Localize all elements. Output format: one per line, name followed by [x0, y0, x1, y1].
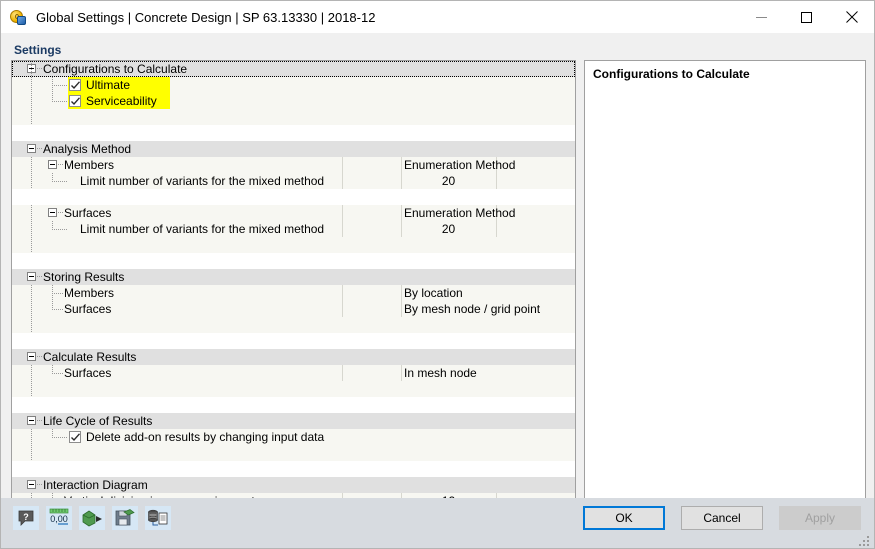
tree-row-delete-addon-results[interactable]: Delete add-on results by changing input …	[12, 429, 575, 445]
tree-row-members[interactable]: Members Enumeration Method	[12, 157, 575, 173]
dialog-footer: ? 0,00	[1, 498, 874, 548]
title-bar: Global Settings | Concrete Design | SP 6…	[1, 1, 874, 34]
tree-row-spacer	[12, 237, 575, 253]
tree-row-label: Surfaces	[64, 365, 111, 381]
global-settings-dialog: Global Settings | Concrete Design | SP 6…	[0, 0, 875, 549]
group-header-analysis-method[interactable]: Analysis Method	[12, 141, 575, 157]
tree-row-label: Serviceability	[86, 93, 157, 109]
group-label: Calculate Results	[43, 349, 136, 365]
tree-row-value[interactable]: Enumeration Method	[404, 205, 515, 221]
tree-row-label: Members	[64, 157, 114, 173]
tree-row-label: Delete add-on results by changing input …	[86, 429, 324, 445]
tree-row-ultimate[interactable]: Ultimate	[12, 77, 575, 93]
apply-button: Apply	[779, 506, 861, 530]
tree-row-limit-variants-surfaces[interactable]: Limit number of variants for the mixed m…	[12, 221, 575, 237]
tree-row-spacer	[12, 397, 575, 413]
group-header-life-cycle-of-results[interactable]: Life Cycle of Results	[12, 413, 575, 429]
tree-row-spacer	[12, 317, 575, 333]
collapse-icon[interactable]	[48, 160, 57, 169]
decimal-places-label: 0,00	[50, 514, 68, 524]
tree-row-label: Ultimate	[86, 77, 130, 93]
window-title: Global Settings | Concrete Design | SP 6…	[36, 10, 739, 25]
tree-row-storing-surfaces[interactable]: Surfaces By mesh node / grid point	[12, 301, 575, 317]
tree-row-spacer	[12, 189, 575, 205]
export-save-icon[interactable]	[112, 506, 138, 530]
collapse-icon[interactable]	[27, 416, 36, 425]
tree-row-value[interactable]: Enumeration Method	[404, 157, 515, 173]
cancel-button[interactable]: Cancel	[681, 506, 763, 530]
group-header-storing-results[interactable]: Storing Results	[12, 269, 575, 285]
collapse-icon[interactable]	[48, 208, 57, 217]
tree-row-spacer	[12, 253, 575, 269]
decimal-places-icon[interactable]: 0,00	[46, 506, 72, 530]
group-label: Configurations to Calculate	[43, 61, 187, 77]
tree-row-value[interactable]: 20	[401, 221, 496, 237]
maximize-button[interactable]	[784, 1, 829, 33]
checkbox-ultimate[interactable]	[69, 79, 81, 91]
group-label: Interaction Diagram	[43, 477, 148, 493]
tree-row-label: Limit number of variants for the mixed m…	[80, 173, 324, 189]
collapse-icon[interactable]	[27, 272, 36, 281]
tree-row-value[interactable]: By mesh node / grid point	[404, 301, 540, 317]
tree-row-label: Surfaces	[64, 205, 111, 221]
group-header-configurations-to-calculate[interactable]: Configurations to Calculate	[12, 61, 575, 77]
group-label: Storing Results	[43, 269, 124, 285]
database-document-icon[interactable]	[145, 506, 171, 530]
tree-row-spacer	[12, 125, 575, 141]
tree-row-label: Surfaces	[64, 301, 111, 317]
svg-text:?: ?	[23, 512, 29, 522]
group-header-interaction-diagram[interactable]: Interaction Diagram	[12, 477, 575, 493]
tree-row-label: Limit number of variants for the mixed m…	[80, 221, 324, 237]
footer-toolbar: ? 0,00	[13, 506, 171, 530]
collapse-icon[interactable]	[27, 144, 36, 153]
tree-row-spacer	[12, 333, 575, 349]
footer-buttons: OK Cancel Apply	[583, 506, 861, 530]
tree-row-value[interactable]: By location	[404, 285, 463, 301]
collapse-icon[interactable]	[27, 352, 36, 361]
settings-lock-icon	[8, 7, 28, 27]
checkbox-serviceability[interactable]	[69, 95, 81, 107]
settings-tree-content: Configurations to Calculate Ultimate	[12, 61, 575, 526]
tree-row-spacer	[12, 445, 575, 461]
group-label: Analysis Method	[43, 141, 131, 157]
tree-row-value[interactable]: 20	[401, 173, 496, 189]
dialog-body: Settings Configurations to Calculate	[1, 34, 874, 498]
tree-row-spacer	[12, 461, 575, 477]
collapse-icon[interactable]	[27, 480, 36, 489]
tree-row-value[interactable]: In mesh node	[404, 365, 477, 381]
info-panel: Configurations to Calculate	[584, 60, 866, 526]
window-controls	[739, 1, 874, 33]
group-header-calculate-results[interactable]: Calculate Results	[12, 349, 575, 365]
minimize-button[interactable]	[739, 1, 784, 33]
settings-section-label: Settings	[14, 43, 61, 57]
tree-row-limit-variants-members[interactable]: Limit number of variants for the mixed m…	[12, 173, 575, 189]
tree-row-spacer	[12, 109, 575, 125]
tree-row-surfaces-analysis[interactable]: Surfaces Enumeration Method	[12, 205, 575, 221]
resize-grip[interactable]	[859, 534, 871, 546]
tree-row-spacer	[12, 381, 575, 397]
close-button[interactable]	[829, 1, 874, 33]
checkbox-delete-addon-results[interactable]	[69, 431, 81, 443]
ok-button[interactable]: OK	[583, 506, 665, 530]
tree-row-calculate-surfaces[interactable]: Surfaces In mesh node	[12, 365, 575, 381]
info-panel-title: Configurations to Calculate	[585, 61, 865, 81]
import-icon[interactable]	[79, 506, 105, 530]
tree-row-serviceability[interactable]: Serviceability	[12, 93, 575, 109]
help-icon[interactable]: ?	[13, 506, 39, 530]
group-label: Life Cycle of Results	[43, 413, 152, 429]
settings-tree[interactable]: Configurations to Calculate Ultimate	[11, 60, 576, 526]
tree-row-storing-members[interactable]: Members By location	[12, 285, 575, 301]
tree-row-label: Members	[64, 285, 114, 301]
